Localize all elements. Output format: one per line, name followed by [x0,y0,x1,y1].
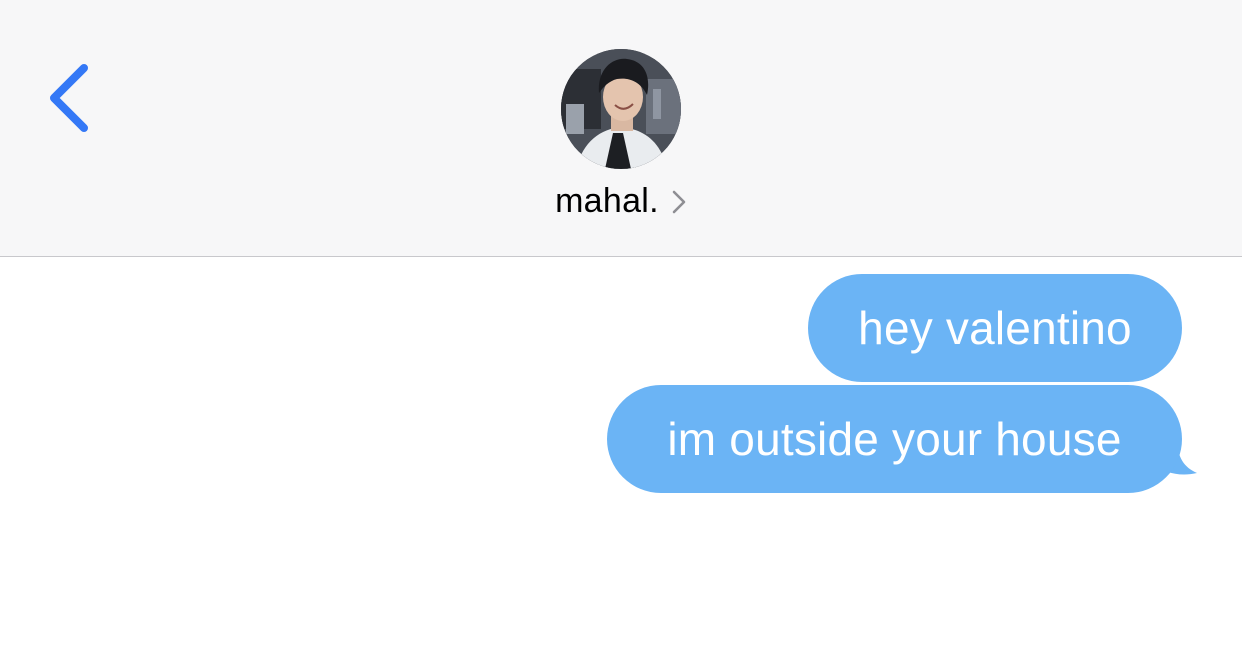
outgoing-message-bubble[interactable]: im outside your house [607,385,1182,493]
contact-name-row: mahal. [555,182,687,221]
avatar-photo [561,49,681,169]
chevron-right-icon [672,190,686,213]
conversation-header: mahal. [0,0,1242,257]
message-text: hey valentino [858,302,1132,354]
chevron-left-icon [50,64,88,132]
outgoing-message-bubble[interactable]: hey valentino [808,274,1182,382]
contact-details-button[interactable]: mahal. [0,182,1242,221]
back-button[interactable] [36,54,106,144]
avatar[interactable] [561,49,681,169]
message-text: im outside your house [667,413,1122,465]
contact-name: mahal. [555,182,659,220]
message-thread[interactable]: hey valentino im outside your house [0,257,1242,653]
